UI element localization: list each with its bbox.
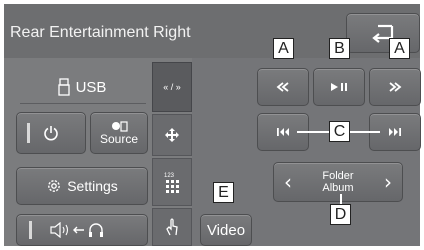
chevron-right-icon[interactable]: ›: [384, 172, 392, 192]
callout-c-leader-left: [297, 131, 329, 133]
tab-touch[interactable]: [152, 208, 192, 246]
tab-skip-controls[interactable]: « / »: [152, 62, 192, 112]
video-button[interactable]: Video: [200, 214, 252, 246]
settings-button[interactable]: Settings: [16, 167, 148, 205]
folder-label: Folder: [322, 170, 354, 182]
tab-keypad[interactable]: 123: [152, 158, 192, 206]
power-button[interactable]: [16, 112, 86, 154]
speaker-to-headphone-icon: [50, 222, 103, 238]
touch-pointer-icon: [166, 218, 178, 236]
usb-underline: [20, 103, 146, 104]
play-pause-icon: [331, 83, 347, 91]
power-icon: [44, 126, 58, 141]
move-cursor-icon: [165, 128, 179, 142]
callout-d: D: [330, 204, 351, 225]
source-icon: [112, 121, 128, 132]
page-title: Rear Entertainment Right: [10, 24, 191, 41]
source-button[interactable]: Source: [90, 112, 148, 154]
folder-album-selector[interactable]: ‹ Folder Album ›: [273, 162, 403, 202]
keypad-icon: 123: [164, 173, 179, 193]
callout-a-left: A: [273, 38, 294, 59]
callout-b: B: [329, 38, 350, 59]
chevron-left-icon[interactable]: ‹: [284, 172, 292, 192]
previous-track-icon: [277, 128, 289, 136]
play-pause-button[interactable]: [313, 68, 365, 106]
callout-c-leader-right: [350, 131, 380, 133]
rear-entertainment-screen: Rear Entertainment Right USB Source Sett…: [4, 4, 421, 246]
audio-indicator: [29, 221, 32, 239]
video-label: Video: [206, 221, 246, 239]
settings-label: Settings: [67, 178, 118, 194]
fast-forward-icon: [389, 82, 402, 92]
folder-album-label: Folder Album: [322, 170, 353, 194]
usb-icon: [57, 78, 70, 96]
callout-d-leader: [340, 194, 342, 204]
svg-text:123: 123: [164, 173, 175, 179]
rewind-icon: [276, 82, 289, 92]
power-indicator: [27, 123, 30, 143]
source-label: Source: [99, 132, 139, 146]
next-track-icon: [389, 128, 401, 136]
usb-source-button[interactable]: USB: [16, 72, 148, 102]
callout-c: C: [329, 121, 350, 142]
fast-forward-button[interactable]: [369, 68, 421, 106]
album-label: Album: [322, 182, 354, 194]
audio-output-button[interactable]: [16, 214, 148, 246]
tab-cursor[interactable]: [152, 114, 192, 156]
callout-e: E: [213, 182, 234, 203]
usb-label: USB: [75, 78, 107, 96]
gear-icon: [48, 180, 61, 192]
callout-a-right: A: [389, 38, 410, 59]
skip-tab-glyph: « / »: [163, 82, 181, 92]
rewind-button[interactable]: [257, 68, 309, 106]
